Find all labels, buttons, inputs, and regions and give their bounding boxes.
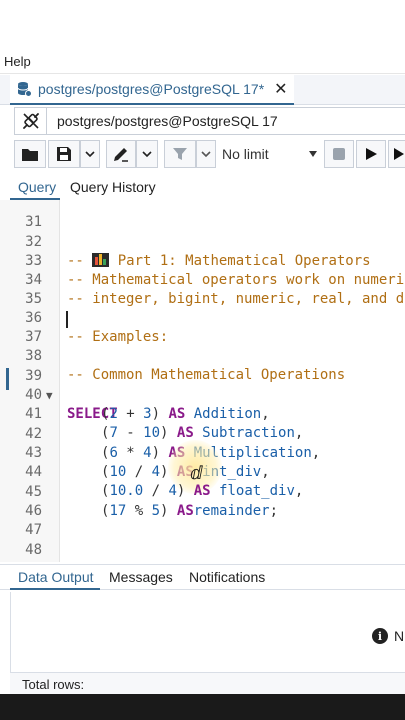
code-line: 47 (0, 502, 405, 538)
connection-label: postgres/postgres@PostgreSQL 17 (57, 113, 278, 129)
filter-button[interactable] (164, 140, 196, 168)
row-limit-value: No limit (222, 146, 269, 162)
menu-help[interactable]: Help (4, 54, 31, 69)
stop-icon (333, 148, 345, 160)
code-line: 49 (0, 541, 405, 562)
tab-query-history[interactable]: Query History (70, 179, 156, 195)
save-options-dropdown[interactable] (80, 140, 100, 168)
edit-options-dropdown[interactable] (136, 140, 158, 168)
code-line: 32 -- Part 1: Mathematical Operators (0, 214, 405, 269)
editor-tabs: Query Query History (0, 175, 405, 201)
row-limit-select[interactable]: No limit (218, 140, 324, 168)
code-line: 33 -- Mathematical operators work on num… (0, 233, 405, 288)
total-rows-label: Total rows: (22, 677, 85, 692)
active-result-tab-indicator (10, 588, 100, 590)
info-icon: i (372, 628, 388, 644)
folder-icon (22, 149, 38, 161)
bottom-edge (0, 694, 405, 720)
code-line: 44 (10.0 / 4) AS float_div, (0, 444, 405, 499)
filter-options-dropdown[interactable] (196, 140, 216, 168)
menu-bar: Help (0, 50, 405, 74)
play-script-icon (393, 148, 404, 160)
connection-bar[interactable]: postgres/postgres@PostgreSQL 17 (14, 107, 405, 135)
tab-data-output[interactable]: Data Output (18, 569, 94, 585)
edit-button[interactable] (106, 140, 136, 168)
code-line: 42 (6 * 4) AS Multiplication, (0, 406, 405, 461)
code-line: 48 (0, 522, 405, 558)
status-bar: Total rows: (10, 672, 405, 694)
current-line-marker (6, 368, 9, 390)
execute-button[interactable] (356, 140, 386, 168)
chevron-down-icon (142, 151, 152, 158)
line-number: 49 (0, 560, 42, 562)
i-beam-cursor-icon: ⅆ (190, 463, 203, 483)
code-line: 31 (0, 200, 405, 230)
disconnected-plug-icon[interactable] (15, 108, 47, 134)
code-line: 34 -- integer, bigint, numeric, real, an… (0, 252, 405, 307)
save-button[interactable] (48, 140, 80, 168)
close-icon[interactable]: ✕ (274, 79, 287, 99)
data-output-panel (10, 592, 405, 672)
top-blank-area (0, 0, 405, 50)
open-file-button[interactable] (14, 140, 46, 168)
stop-button[interactable] (324, 140, 354, 168)
code-line: 36 -- Examples: (0, 290, 405, 345)
query-tab-bar: postgres/postgres@PostgreSQL 17* ✕ (0, 75, 405, 105)
save-icon (57, 147, 71, 161)
filter-icon (173, 148, 187, 160)
query-toolbar: No limit (14, 140, 405, 168)
query-tab-title: postgres/postgres@PostgreSQL 17* (38, 81, 265, 97)
code-line: 46 (0, 483, 405, 519)
code-line: 38 -- Common Mathematical Operations (0, 328, 405, 383)
database-icon (16, 81, 32, 97)
info-message-text: N (394, 628, 405, 644)
sql-editor[interactable]: 31 32 -- Part 1: Mathematical Operators … (0, 200, 405, 562)
execute-script-button[interactable] (388, 140, 405, 168)
chevron-down-icon (201, 151, 211, 158)
chevron-down-icon (85, 151, 95, 158)
query-tab[interactable]: postgres/postgres@PostgreSQL 17* ✕ (10, 75, 294, 105)
code-line: 35 (0, 271, 405, 307)
tab-notifications[interactable]: Notifications (189, 569, 265, 585)
text-cursor (66, 311, 68, 328)
no-data-message: i N (372, 628, 404, 644)
code-line: 40 (2 + 3) AS Addition, (0, 367, 405, 422)
results-tab-bar: Data Output Messages Notifications (0, 564, 405, 590)
tab-query[interactable]: Query (18, 179, 56, 195)
caret-down-icon (309, 151, 317, 157)
code-line: 39 ▼ SELECT (0, 348, 405, 422)
code-line: 41 (7 - 10) AS Subtraction, (0, 386, 405, 441)
pencil-icon (114, 148, 128, 162)
code-line: 37 (0, 309, 405, 345)
tab-messages[interactable]: Messages (109, 569, 173, 585)
play-icon (366, 148, 377, 160)
